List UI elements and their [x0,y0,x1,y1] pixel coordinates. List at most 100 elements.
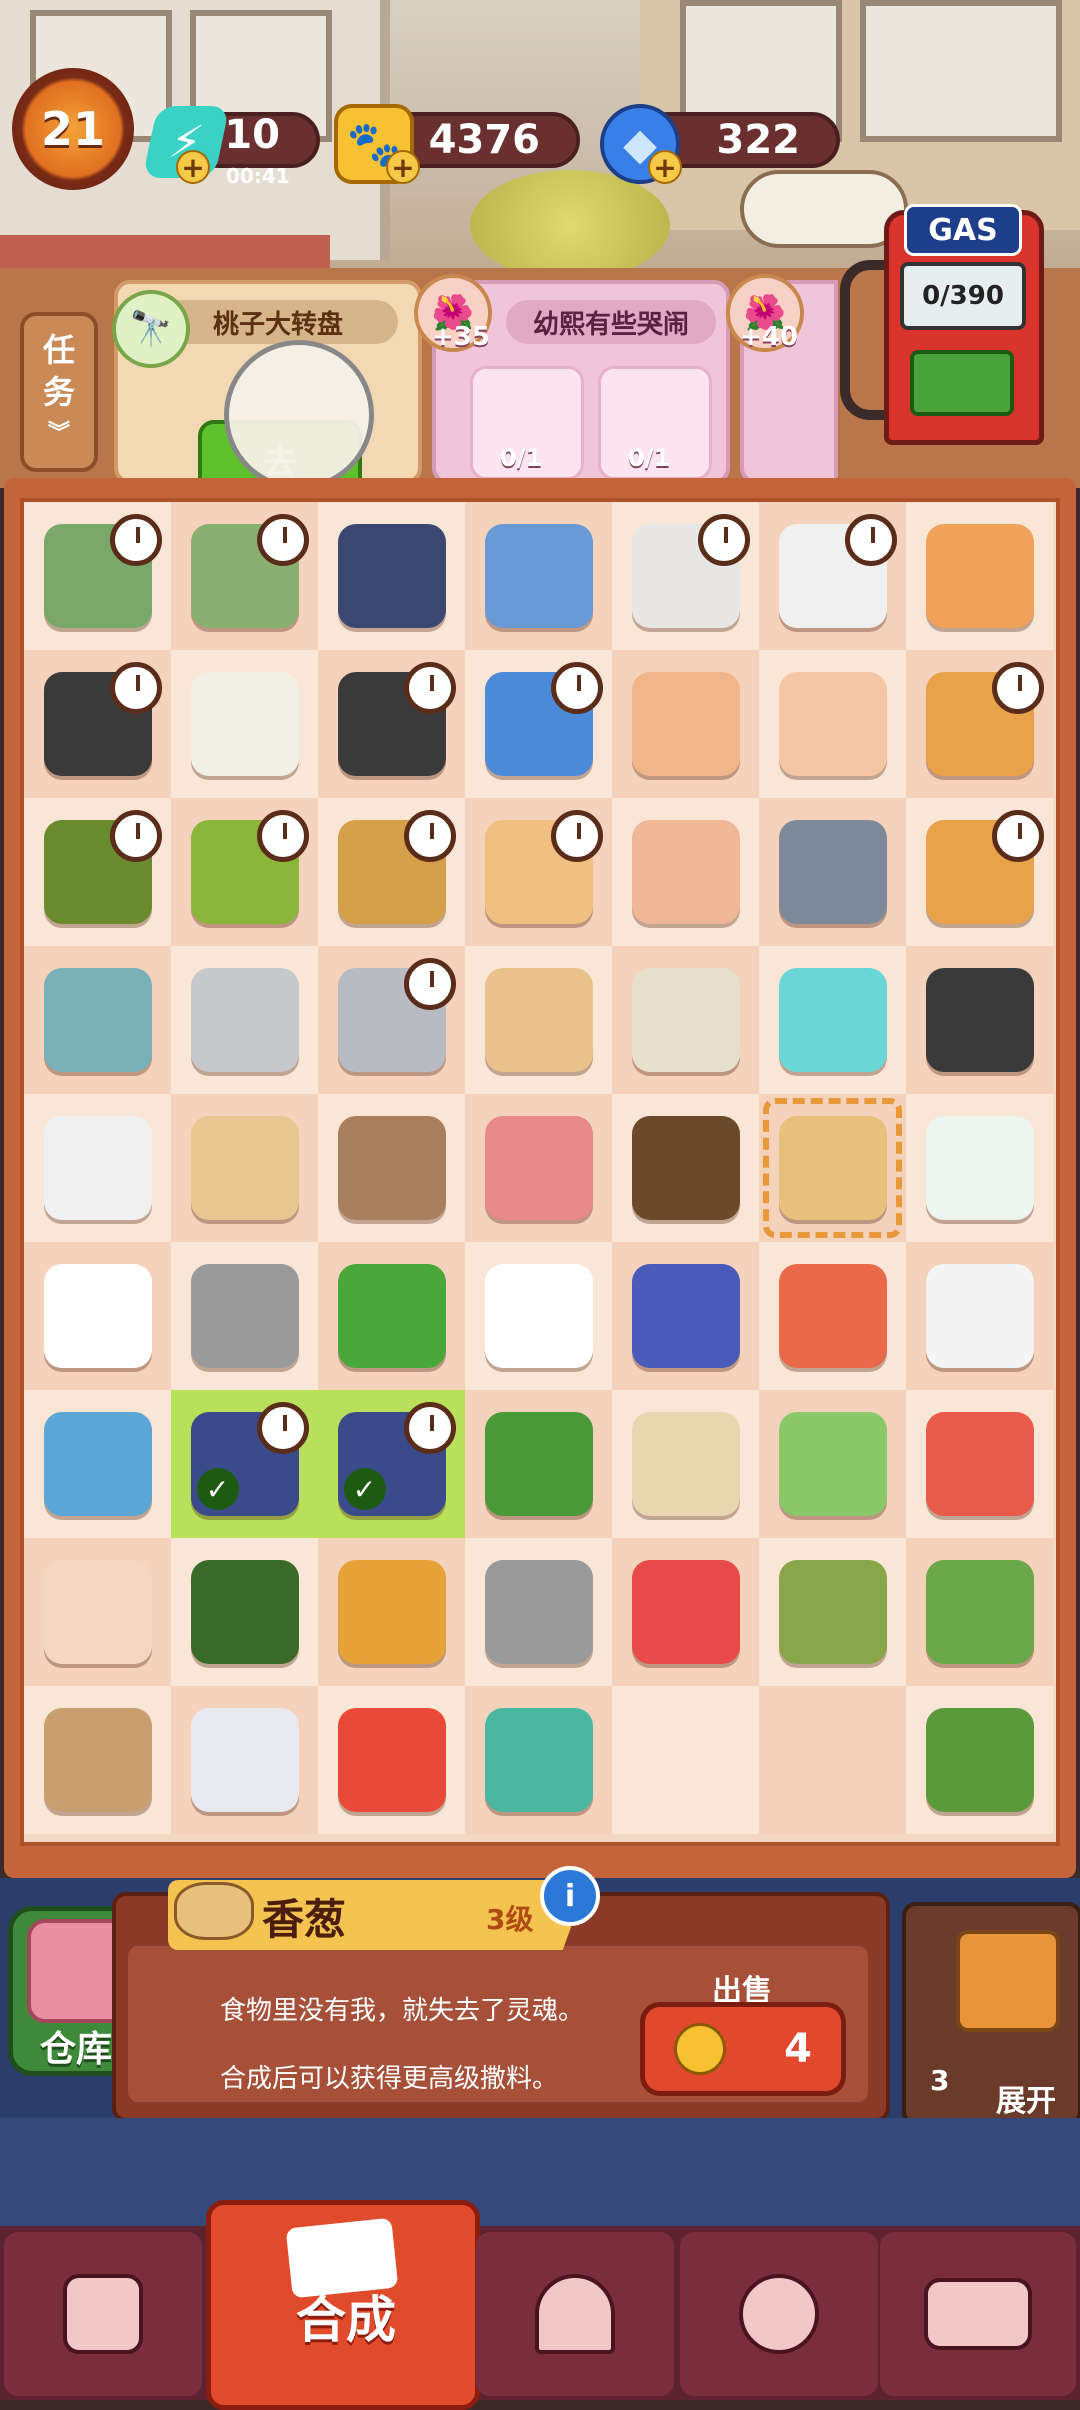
board-cell[interactable] [465,502,612,650]
board-item[interactable] [337,1116,446,1220]
board-item[interactable] [190,1560,299,1664]
board-item[interactable]: ✓ [337,1402,456,1516]
board-item[interactable] [631,1412,740,1516]
board-item[interactable] [190,968,299,1072]
board-item[interactable] [631,820,740,924]
board-cell[interactable] [612,650,759,798]
board-item[interactable] [778,672,887,776]
board-item[interactable] [631,1116,740,1220]
board-item[interactable] [925,810,1044,924]
board-cell[interactable] [906,650,1053,798]
board-item[interactable] [190,1708,299,1812]
board-item[interactable] [778,1264,887,1368]
board-item[interactable] [337,1560,446,1664]
board-item[interactable] [484,524,593,628]
board-cell[interactable] [759,1094,906,1242]
board-cell[interactable] [906,1390,1053,1538]
board-cell[interactable] [906,946,1053,1094]
nav-bus[interactable] [880,2232,1076,2396]
board-cell[interactable] [465,1686,612,1834]
board-item[interactable] [484,968,593,1072]
board-item[interactable] [925,1264,1034,1368]
board-item[interactable] [778,514,897,628]
board-cell[interactable]: ✓ [318,1390,465,1538]
board-item[interactable] [631,968,740,1072]
board-cell[interactable] [318,1094,465,1242]
board-item[interactable] [484,810,603,924]
board-item[interactable]: ✓ [190,1402,309,1516]
board-item[interactable] [925,524,1034,628]
board-item[interactable] [484,662,603,776]
board-cell[interactable] [612,502,759,650]
board-cell[interactable] [465,1538,612,1686]
board-cell[interactable] [171,650,318,798]
board-item[interactable] [778,968,887,1072]
board-cell[interactable] [318,1538,465,1686]
board-item[interactable] [190,1264,299,1368]
board-cell[interactable] [171,946,318,1094]
board-item[interactable] [484,1116,593,1220]
board-cell[interactable] [906,1242,1053,1390]
board-cell[interactable] [318,502,465,650]
board-cell[interactable] [171,502,318,650]
board-cell[interactable] [465,946,612,1094]
board-cell[interactable] [906,798,1053,946]
board-item[interactable] [925,1116,1034,1220]
board-item[interactable] [43,1264,152,1368]
nav-serve[interactable] [476,2232,674,2396]
board-cell[interactable] [906,502,1053,650]
board-item[interactable] [190,514,309,628]
board-cell[interactable] [24,1242,171,1390]
board-cell[interactable] [24,1390,171,1538]
board-cell[interactable] [759,502,906,650]
board-cell[interactable] [318,650,465,798]
add-coins-button[interactable]: + [386,150,420,184]
board-item[interactable] [778,1560,887,1664]
board-cell[interactable] [318,946,465,1094]
board-item[interactable] [337,1708,446,1812]
board-item[interactable] [778,1412,887,1516]
board-cell[interactable] [906,1686,1053,1834]
gas-pump[interactable]: GAS 0/390 [840,200,1050,445]
board-item[interactable] [631,672,740,776]
board-item[interactable] [190,672,299,776]
board-item[interactable] [631,1560,740,1664]
board-item[interactable] [43,514,162,628]
board-cell[interactable] [612,1538,759,1686]
board-item[interactable] [484,1560,593,1664]
board-item[interactable] [631,1264,740,1368]
board-cell[interactable] [906,1538,1053,1686]
board-item[interactable] [484,1708,593,1812]
board-cell[interactable] [759,946,906,1094]
board-item[interactable] [484,1264,593,1368]
sell-button[interactable]: 4 [640,2002,846,2096]
board-cell[interactable] [612,946,759,1094]
board-cell[interactable] [612,798,759,946]
board-cell[interactable] [612,1686,759,1834]
board-item[interactable] [43,662,162,776]
board-item[interactable] [925,968,1034,1072]
board-cell[interactable] [759,650,906,798]
board-item[interactable] [190,1116,299,1220]
add-gems-button[interactable]: + [648,150,682,184]
board-cell[interactable] [24,1686,171,1834]
board-cell[interactable]: ✓ [171,1390,318,1538]
board-cell[interactable] [612,1242,759,1390]
board-cell[interactable] [24,946,171,1094]
board-cell[interactable] [465,1242,612,1390]
board-cell[interactable] [759,1686,906,1834]
board-cell[interactable] [759,798,906,946]
board-cell[interactable] [24,1094,171,1242]
board-item[interactable] [43,1116,152,1220]
board-item[interactable] [631,514,750,628]
board-item[interactable] [337,958,456,1072]
board-cell[interactable] [318,1242,465,1390]
board-item[interactable] [43,1560,152,1664]
board-cell[interactable] [171,1538,318,1686]
board-cell[interactable] [171,1242,318,1390]
board-cell[interactable] [612,1094,759,1242]
board-cell[interactable] [612,1390,759,1538]
board-item[interactable] [337,662,456,776]
board-cell[interactable] [759,1390,906,1538]
board-cell[interactable] [171,1094,318,1242]
